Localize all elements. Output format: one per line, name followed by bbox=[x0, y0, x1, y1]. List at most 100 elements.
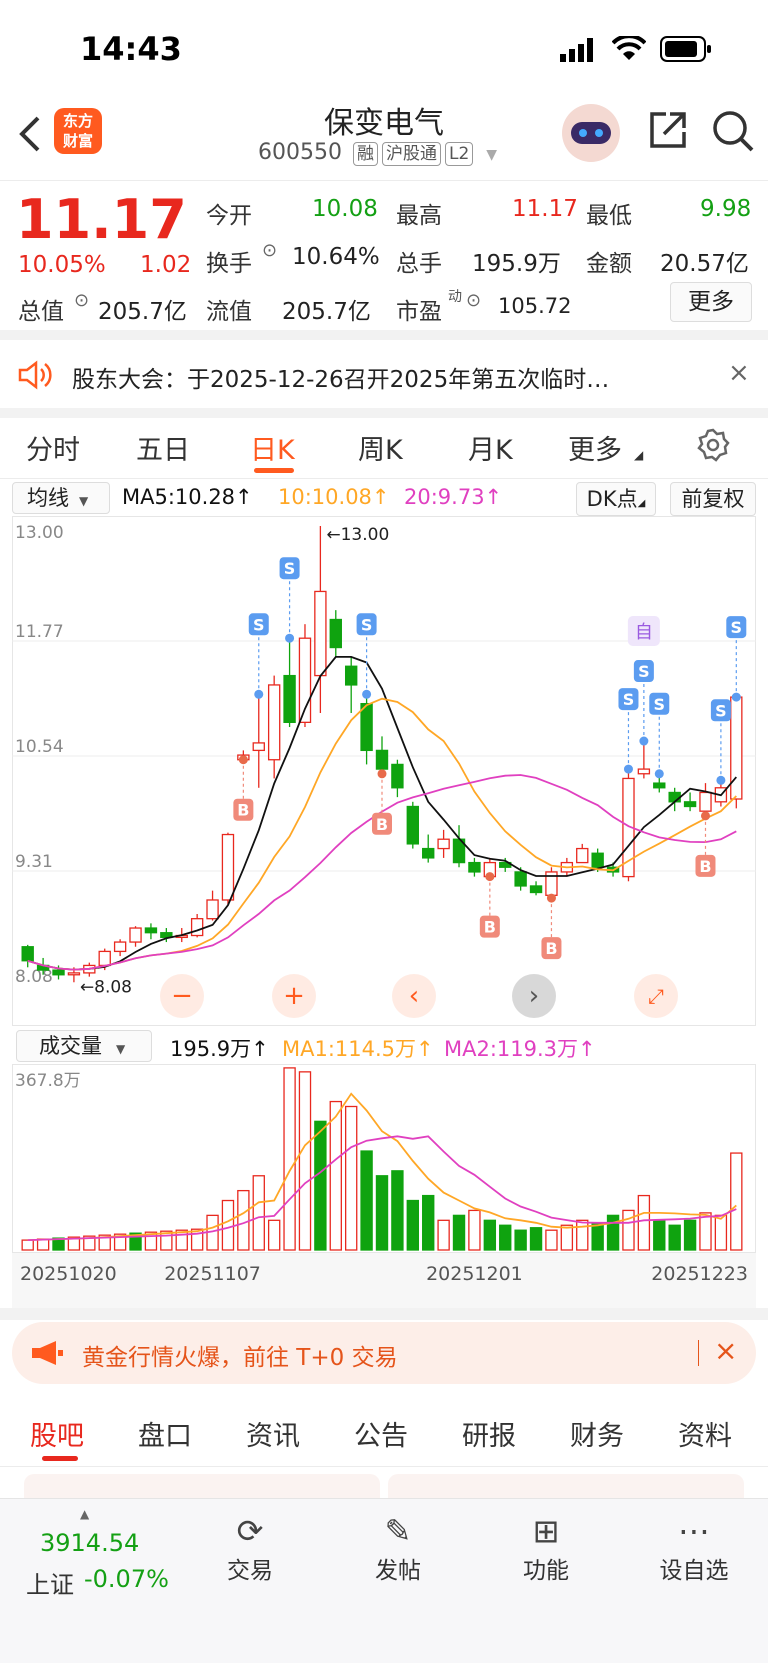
caret-up-icon: ▲ bbox=[80, 1507, 90, 1521]
signal-dot bbox=[238, 755, 248, 765]
active-tab-indicator bbox=[254, 468, 294, 473]
candle bbox=[221, 833, 235, 901]
search-icon[interactable] bbox=[712, 110, 754, 156]
volume-bar bbox=[221, 1199, 235, 1251]
tab-research[interactable]: 研报 bbox=[462, 1414, 516, 1453]
volume-bar bbox=[653, 1219, 666, 1251]
high-marker: ←13.00 bbox=[326, 525, 389, 545]
volume-bar bbox=[637, 1194, 651, 1251]
adjust-button[interactable]: 前复权 bbox=[670, 482, 756, 516]
tab-profile[interactable]: 资料 bbox=[678, 1414, 732, 1453]
tab-more[interactable]: 更多 bbox=[568, 428, 622, 467]
battery-icon bbox=[660, 36, 712, 66]
assistant-avatar[interactable] bbox=[562, 104, 620, 162]
volume-bar bbox=[699, 1212, 712, 1251]
volume-ma2: MA2:119.3万↑ bbox=[444, 1037, 596, 1061]
add-watchlist-button[interactable]: ⋯ 设自选 bbox=[646, 1511, 742, 1585]
post-button[interactable]: ✎ 发帖 bbox=[358, 1511, 438, 1585]
volume-bar bbox=[468, 1209, 481, 1251]
prev-button[interactable]: ‹ bbox=[392, 974, 436, 1018]
open-label: 今开 bbox=[206, 203, 252, 229]
share-icon[interactable] bbox=[648, 110, 688, 154]
volume-bar bbox=[360, 1150, 373, 1251]
zoom-out-button[interactable]: − bbox=[160, 974, 204, 1018]
tab-weekly-k[interactable]: 周K bbox=[358, 428, 403, 467]
info-icon[interactable]: ⊙ bbox=[74, 290, 89, 311]
volume-label: 总手 bbox=[396, 251, 442, 277]
sell-signal-label: S bbox=[715, 701, 727, 720]
more-button[interactable]: 更多 bbox=[670, 282, 752, 322]
info-icon[interactable]: ⊙ bbox=[466, 290, 481, 311]
high-label: 最高 bbox=[396, 203, 442, 229]
kline-header: 均线 ▼ MA5:10.28↑ 10:10.08↑ 20:9.73↑ DK点◢ 前… bbox=[0, 482, 768, 518]
tab-forum[interactable]: 股吧 bbox=[30, 1414, 84, 1453]
candle bbox=[344, 665, 358, 686]
volume-bar bbox=[545, 1229, 558, 1251]
sell-signal-label: S bbox=[253, 615, 265, 634]
signal-dot bbox=[285, 633, 295, 643]
post-icon: ✎ bbox=[384, 1512, 412, 1550]
zoom-in-button[interactable]: + bbox=[272, 974, 316, 1018]
index-widget[interactable]: ▲ 3914.54 上证 -0.07% bbox=[18, 1507, 188, 1607]
date-axis-bg bbox=[12, 1253, 756, 1309]
volume-bar bbox=[499, 1224, 512, 1251]
caret-icon: ▼ bbox=[79, 494, 89, 508]
volume-bar bbox=[252, 1175, 265, 1251]
tab-orderbook[interactable]: 盘口 bbox=[138, 1414, 192, 1453]
notice-bar[interactable]: 股东大会：于2025-12-26召开2025年第五次临时… × bbox=[0, 340, 768, 410]
close-icon[interactable]: × bbox=[728, 358, 750, 388]
volume-bar bbox=[422, 1194, 435, 1251]
info-icon[interactable]: ⊙ bbox=[262, 240, 277, 261]
signal-dot bbox=[700, 811, 710, 821]
chevron-down-icon[interactable]: ▼ bbox=[486, 147, 497, 163]
function-label: 功能 bbox=[523, 1558, 569, 1584]
candle bbox=[67, 972, 81, 976]
volume-bar bbox=[483, 1219, 497, 1251]
candle bbox=[637, 768, 651, 775]
function-button[interactable]: ⊞ 功能 bbox=[506, 1511, 586, 1585]
close-icon[interactable]: × bbox=[714, 1334, 737, 1367]
volume-bar bbox=[391, 1170, 404, 1251]
megaphone-icon bbox=[30, 1340, 64, 1370]
sell-signal-label: S bbox=[623, 690, 635, 709]
kline-chart[interactable]: 13.0011.7710.549.318.08←13.00←8.08SSSSSS… bbox=[12, 516, 756, 1026]
candle bbox=[314, 590, 327, 677]
index-value: 3914.54 bbox=[40, 1529, 140, 1557]
tab-intraday[interactable]: 分时 bbox=[26, 428, 80, 467]
volume-chart[interactable]: 367.8万 20251020 20251107 20251201 20251223 bbox=[12, 1064, 756, 1314]
tab-finance[interactable]: 财务 bbox=[570, 1414, 624, 1453]
tab-news[interactable]: 资讯 bbox=[246, 1414, 300, 1453]
volume-indicator-select[interactable]: 成交量 ▼ bbox=[16, 1030, 152, 1062]
settings-gear-icon[interactable] bbox=[696, 428, 730, 466]
fullscreen-icon[interactable]: ⤢ bbox=[634, 974, 678, 1018]
candle bbox=[329, 618, 342, 649]
caret-icon: ▼ bbox=[116, 1042, 126, 1056]
active-tab-indicator bbox=[42, 1456, 78, 1461]
dk-point-button[interactable]: DK点◢ bbox=[576, 482, 656, 516]
tab-five-day[interactable]: 五日 bbox=[136, 428, 190, 467]
float-value: 205.7亿 bbox=[282, 299, 371, 325]
next-button[interactable]: › bbox=[512, 974, 556, 1018]
caret-icon: ◢ bbox=[634, 448, 644, 462]
indicator-label: 均线 bbox=[27, 486, 69, 510]
volume-bar bbox=[329, 1100, 342, 1251]
divider bbox=[0, 1466, 768, 1467]
candle bbox=[468, 861, 481, 873]
tab-monthly-k[interactable]: 月K bbox=[468, 428, 513, 467]
tab-announcements[interactable]: 公告 bbox=[354, 1414, 408, 1453]
total-value-label: 总值 bbox=[18, 299, 64, 325]
tab-daily-k[interactable]: 日K bbox=[250, 428, 295, 467]
pe-value: 105.72 bbox=[498, 294, 572, 318]
volume-bar bbox=[668, 1224, 681, 1251]
divider bbox=[0, 330, 768, 340]
indicator-select[interactable]: 均线 ▼ bbox=[12, 482, 110, 514]
ma5-value: MA5:10.28↑ bbox=[122, 485, 253, 509]
notice-text: 股东大会：于2025-12-26召开2025年第五次临时… bbox=[72, 367, 610, 393]
post-label: 发帖 bbox=[375, 1558, 421, 1584]
trade-button[interactable]: ⟳ 交易 bbox=[210, 1511, 290, 1585]
sell-signal-label: S bbox=[654, 695, 666, 714]
promo-banner[interactable]: 黄金行情火爆，前往 T+0 交易 × bbox=[12, 1322, 756, 1384]
open-value: 10.08 bbox=[312, 196, 378, 222]
amount-value: 20.57亿 bbox=[660, 251, 749, 277]
sell-signal-label: S bbox=[361, 615, 373, 634]
